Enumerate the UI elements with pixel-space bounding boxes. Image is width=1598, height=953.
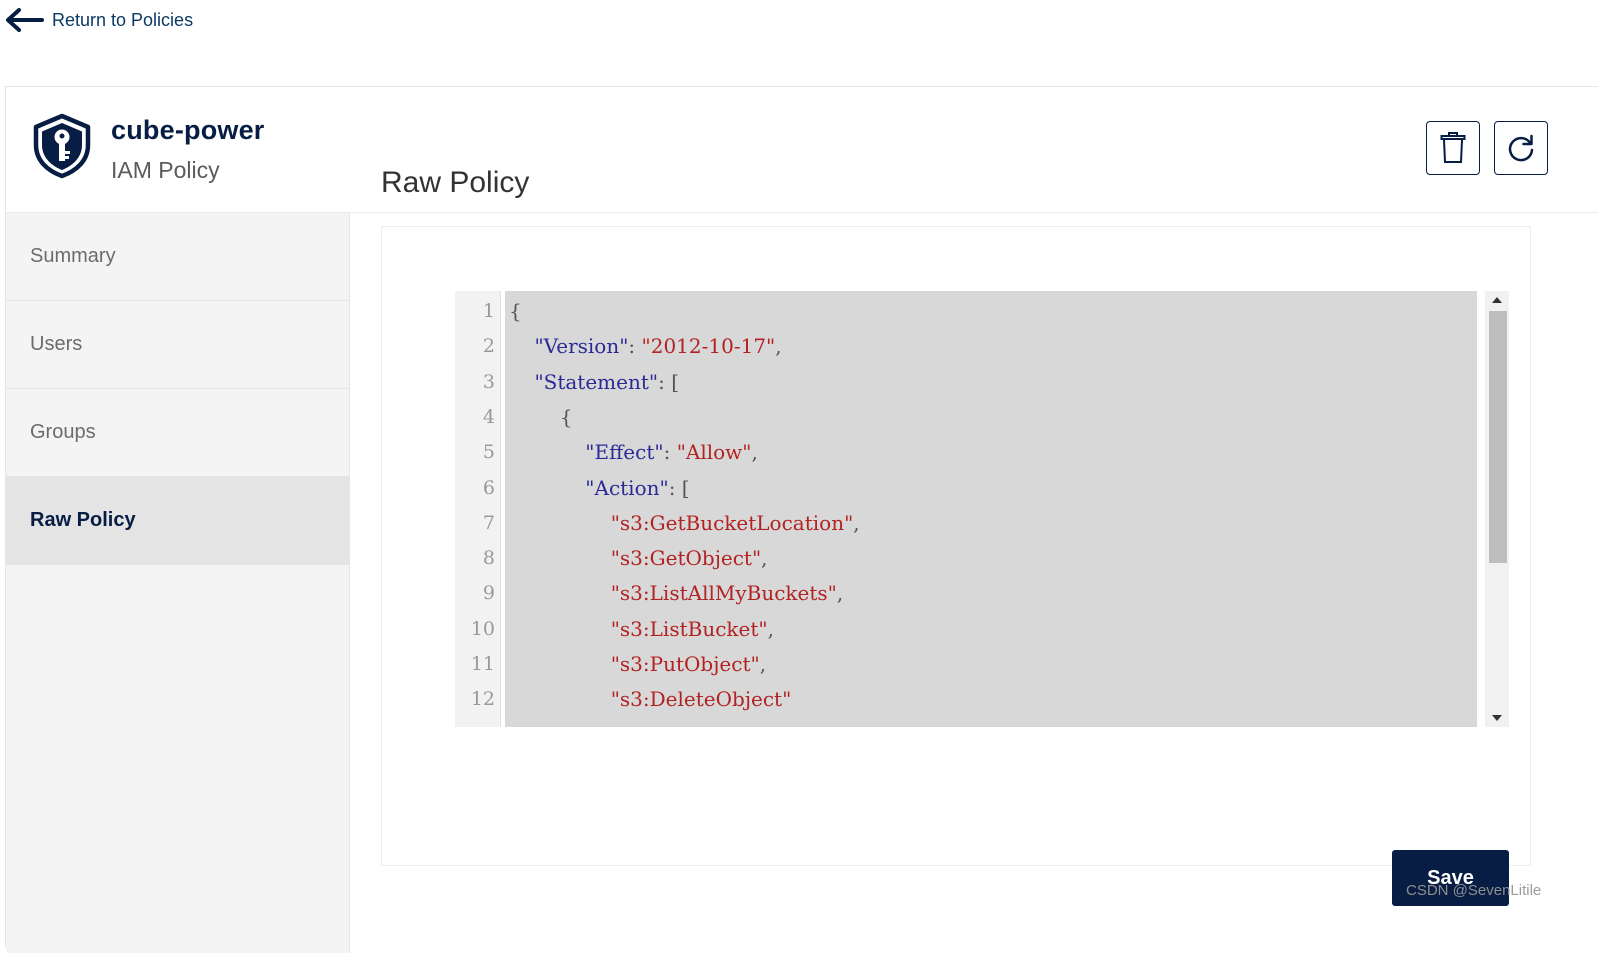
line-number: 3 — [482, 370, 495, 393]
code-token: , — [759, 652, 767, 676]
code-line: { — [509, 294, 522, 329]
code-token: : [ — [658, 369, 679, 394]
policy-type: IAM Policy — [111, 157, 220, 183]
line-number: 8 — [482, 547, 495, 570]
delete-policy-button[interactable] — [1426, 121, 1480, 175]
code-line: "s3:GetBucketLocation", — [509, 506, 860, 541]
return-to-policies-link[interactable]: Return to Policies — [4, 6, 193, 34]
line-number: 2 — [482, 335, 495, 358]
code-token: "Effect" — [585, 440, 664, 465]
sidebar-item-raw-policy[interactable]: Raw Policy — [6, 477, 349, 565]
code-token: , — [767, 616, 774, 641]
refresh-icon — [1508, 134, 1534, 162]
code-token: { — [509, 299, 522, 323]
editor-scrollbar[interactable] — [1485, 291, 1509, 727]
line-number: 6 — [482, 476, 495, 499]
code-line: "Action": [ — [509, 471, 690, 506]
code-token: : — [628, 334, 642, 359]
code-token: "s3:DeleteObject" — [610, 687, 792, 712]
line-number: 9 — [482, 582, 495, 605]
code-line: "s3:ListAllMyBuckets", — [509, 576, 844, 611]
code-line: "s3:PutObject", — [509, 647, 766, 682]
line-number: 1 — [482, 300, 495, 322]
code-line: "Effect": "Allow", — [509, 435, 758, 470]
code-token: , — [836, 581, 844, 606]
policy-name: cube-power — [111, 115, 265, 145]
code-token: "2012-10-17" — [641, 334, 776, 359]
code-token: , — [775, 334, 782, 359]
watermark: CSDN @SevenLitile — [1406, 882, 1542, 899]
sidebar-item-summary[interactable]: Summary — [6, 213, 349, 301]
sidebar-item-users[interactable]: Users — [6, 301, 349, 389]
code-token: , — [853, 510, 860, 535]
code-token: "s3:GetObject" — [610, 546, 762, 571]
code-token: , — [761, 546, 768, 571]
line-number: 10 — [470, 617, 495, 640]
scroll-up-arrow-icon[interactable] — [1485, 291, 1509, 309]
code-token: "s3:GetBucketLocation" — [610, 510, 854, 535]
code-token: "s3:PutObject" — [610, 652, 760, 676]
policy-code-editor[interactable]: 1 2 3 4 5 6 7 8 9 10 11 12 { "Version": "2012-10-17… — [455, 291, 1509, 727]
line-number: 12 — [470, 688, 495, 711]
code-line: "Statement": [ — [509, 365, 679, 400]
code-token: "Version" — [534, 334, 629, 359]
line-number: 7 — [482, 511, 495, 534]
shield-key-icon — [33, 113, 91, 179]
code-line: { — [509, 400, 573, 435]
code-token: "Statement" — [534, 369, 659, 394]
code-token: "s3:ListBucket" — [610, 616, 768, 641]
arrow-left-icon — [6, 8, 44, 32]
code-token: "Allow" — [676, 440, 752, 465]
code-area[interactable]: { "Version": "2012-10-17", "Statement": … — [505, 291, 1477, 727]
scrollbar-thumb[interactable] — [1489, 311, 1507, 563]
line-number: 11 — [470, 653, 495, 675]
sidebar-item-groups[interactable]: Groups — [6, 389, 349, 477]
policy-header: cube-power IAM Policy — [6, 87, 1598, 213]
line-number-gutter: 1 2 3 4 5 6 7 8 9 10 11 12 — [455, 291, 501, 727]
trash-icon — [1440, 132, 1466, 163]
code-line: "Version": "2012-10-17", — [509, 329, 782, 364]
policy-sidebar: Summary Users Groups Raw Policy — [6, 213, 350, 953]
code-token: "Action" — [585, 475, 669, 500]
line-number: 4 — [482, 405, 495, 428]
code-line: "s3:ListBucket", — [509, 612, 774, 647]
scroll-down-arrow-icon[interactable] — [1485, 709, 1509, 727]
line-number: 5 — [482, 441, 495, 464]
page-title: Raw Policy — [381, 166, 530, 199]
code-token: : — [663, 440, 677, 465]
code-token: { — [509, 404, 573, 429]
refresh-button[interactable] — [1494, 121, 1548, 175]
code-line: "s3:DeleteObject" — [509, 682, 792, 717]
return-to-policies-label: Return to Policies — [52, 9, 194, 30]
code-token: : [ — [668, 475, 690, 500]
code-token: "s3:ListAllMyBuckets" — [610, 581, 837, 606]
code-token: , — [751, 440, 758, 465]
code-line: "s3:GetObject", — [509, 541, 768, 576]
